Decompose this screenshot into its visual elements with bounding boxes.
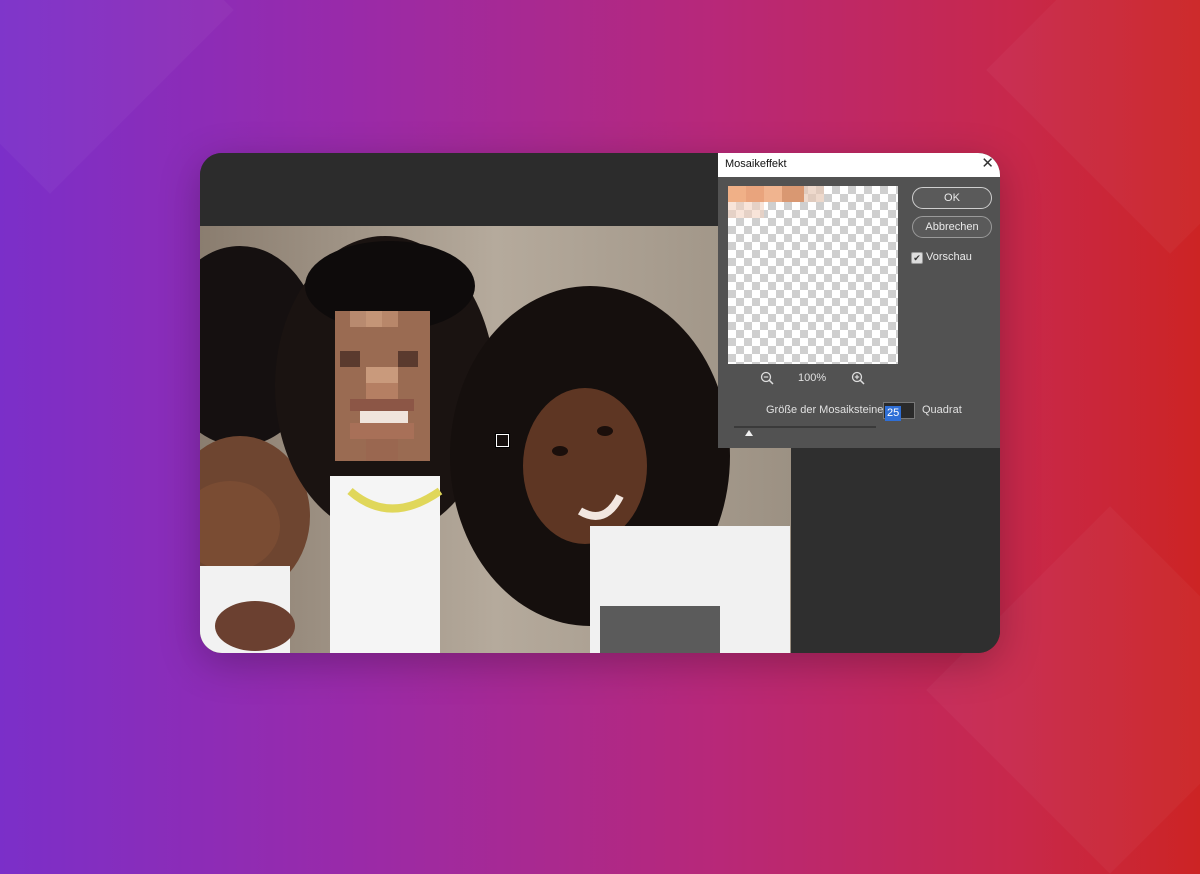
- preview-pixel: [804, 186, 824, 202]
- cancel-button[interactable]: Abbrechen: [912, 216, 992, 238]
- app-window: Mosaikeffekt ✕ 100% OK Abbrechen ✔ Vorsc…: [200, 153, 1000, 653]
- background-pattern: [0, 0, 234, 194]
- preview-pixel: [782, 186, 804, 202]
- slider-thumb[interactable]: [745, 430, 753, 436]
- canvas-right-area: [791, 448, 1000, 653]
- preview-pixel: [728, 186, 746, 202]
- zoom-level: 100%: [798, 372, 827, 384]
- background-pattern: [986, 0, 1200, 254]
- mosaic-dialog: Mosaikeffekt ✕ 100% OK Abbrechen ✔ Vorsc…: [718, 153, 1000, 448]
- cell-size-value: 25: [885, 406, 902, 421]
- preview-pixel: [746, 186, 764, 202]
- photo-canvas[interactable]: [200, 226, 791, 653]
- zoom-in-icon[interactable]: [851, 371, 865, 385]
- preview-pixel: [764, 186, 782, 202]
- cell-size-input[interactable]: 25: [883, 402, 915, 421]
- preview-checkbox[interactable]: ✔: [911, 252, 923, 264]
- filter-preview[interactable]: [728, 186, 898, 364]
- close-icon[interactable]: ✕: [981, 154, 994, 172]
- dialog-title: Mosaikeffekt: [725, 158, 787, 170]
- pixelated-face: [335, 311, 430, 461]
- cell-size-label: Größe der Mosaiksteine:: [766, 404, 887, 416]
- preview-checkbox-label: Vorschau: [926, 251, 972, 263]
- cell-size-unit: Quadrat: [922, 404, 962, 416]
- cell-size-slider[interactable]: [734, 426, 876, 428]
- zoom-out-icon[interactable]: [760, 371, 774, 385]
- preview-pixel: [728, 202, 764, 218]
- square-cursor-icon: [495, 433, 510, 448]
- dialog-titlebar: Mosaikeffekt ✕: [718, 153, 1000, 177]
- ok-button[interactable]: OK: [912, 187, 992, 209]
